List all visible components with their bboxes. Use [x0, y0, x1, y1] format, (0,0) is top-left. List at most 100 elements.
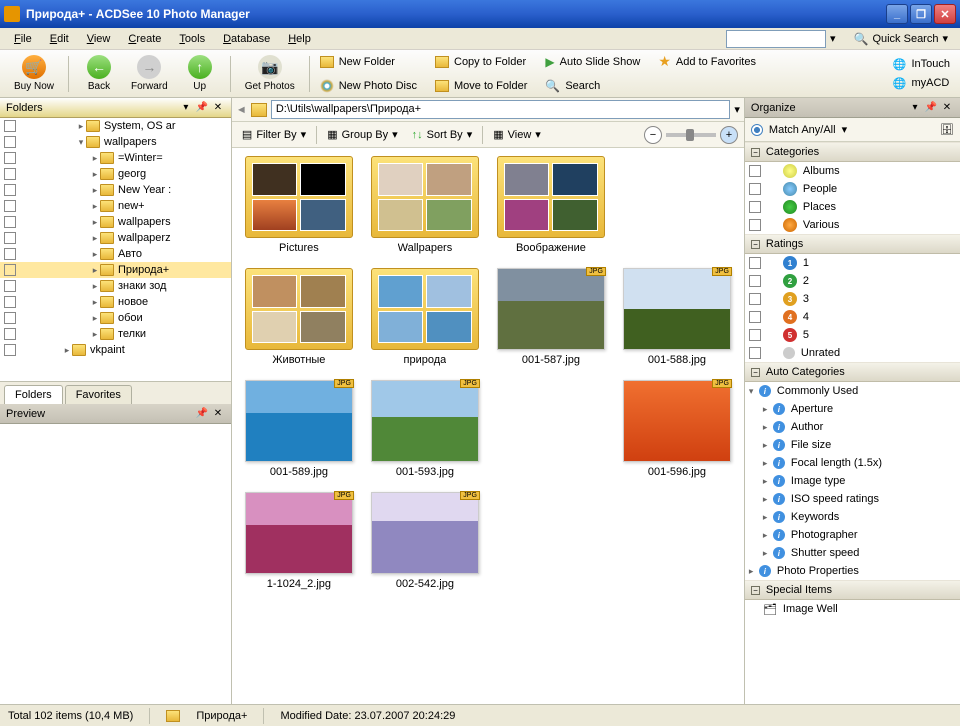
folder-tree[interactable]: ▸ System, OS ar ▾ wallpapers ▸ =Winter= …: [0, 118, 231, 382]
tree-item[interactable]: ▸ System, OS ar: [0, 118, 231, 134]
section-header[interactable]: −Ratings: [745, 234, 960, 254]
collapse-icon[interactable]: −: [751, 368, 760, 377]
tree-item[interactable]: ▸ новое: [0, 294, 231, 310]
collapse-icon[interactable]: −: [751, 148, 760, 157]
menu-combo[interactable]: [726, 30, 826, 48]
checkbox[interactable]: [4, 232, 16, 244]
tree-item[interactable]: ▸ wallpapers: [0, 214, 231, 230]
panel-pin-button[interactable]: 📌: [195, 101, 209, 115]
checkbox[interactable]: [4, 184, 16, 196]
expander-icon[interactable]: ▸: [62, 345, 72, 356]
section-header[interactable]: −Auto Categories: [745, 362, 960, 382]
tree-item[interactable]: ▸ Природа+: [0, 262, 231, 278]
match-label[interactable]: Match Any/All: [769, 124, 836, 136]
newphotodisc-button[interactable]: New Photo Disc: [316, 75, 421, 97]
filterby-button[interactable]: ▤Filter By▾: [238, 126, 310, 143]
tab-folders[interactable]: Folders: [4, 385, 63, 404]
checkbox[interactable]: [4, 264, 16, 276]
expander-icon[interactable]: ▸: [90, 281, 100, 292]
getphotos-button[interactable]: 📷Get Photos: [237, 53, 303, 94]
intouch-button[interactable]: 🌐InTouch: [889, 56, 954, 73]
panel-menu-button[interactable]: ▾: [908, 101, 922, 115]
checkbox[interactable]: [4, 328, 16, 340]
tree-item[interactable]: ▾ wallpapers: [0, 134, 231, 150]
expander-icon[interactable]: ▸: [90, 217, 100, 228]
thumbnail-area[interactable]: Pictures Wallpapers Воображение Животные…: [232, 148, 744, 704]
menu-create[interactable]: Create: [120, 31, 169, 47]
expander-icon[interactable]: ▸: [90, 329, 100, 340]
checkbox[interactable]: [749, 257, 761, 269]
dropdown-icon[interactable]: ▾: [734, 103, 740, 116]
search-button[interactable]: 🔍Search: [541, 75, 644, 97]
checkbox[interactable]: [749, 347, 761, 359]
thumbnail[interactable]: Pictures: [240, 156, 358, 254]
db-icon[interactable]: 🗄: [940, 123, 954, 136]
section-header[interactable]: −Categories: [745, 142, 960, 162]
collapse-icon[interactable]: −: [751, 240, 760, 249]
thumbnail[interactable]: JPG 002-542.jpg: [366, 492, 484, 590]
groupby-button[interactable]: ▦Group By▾: [323, 126, 401, 143]
checkbox[interactable]: [4, 216, 16, 228]
rating-item[interactable]: 5 5: [745, 326, 960, 344]
auto-category-item[interactable]: ▸ i Image type: [745, 472, 960, 490]
auto-category-item[interactable]: ▸ i Author: [745, 418, 960, 436]
maximize-button[interactable]: ❐: [910, 4, 932, 24]
collapse-icon[interactable]: −: [751, 586, 760, 595]
panel-pin-button[interactable]: 📌: [195, 407, 209, 421]
panel-menu-button[interactable]: ▾: [179, 101, 193, 115]
thumbnail[interactable]: JPG 001-589.jpg: [240, 380, 358, 478]
view-button[interactable]: ▦View▾: [489, 126, 545, 143]
rating-item[interactable]: 2 2: [745, 272, 960, 290]
rating-item[interactable]: 1 1: [745, 254, 960, 272]
forward-button[interactable]: →Forward: [123, 53, 176, 94]
expander-icon[interactable]: ▸: [90, 249, 100, 260]
checkbox[interactable]: [4, 152, 16, 164]
checkbox[interactable]: [4, 312, 16, 324]
expander-icon[interactable]: ▾: [76, 137, 86, 148]
rating-item[interactable]: 3 3: [745, 290, 960, 308]
expander-icon[interactable]: ▸: [90, 297, 100, 308]
zoom-out-button[interactable]: −: [644, 126, 662, 144]
copytofolder-button[interactable]: Copy to Folder: [431, 51, 531, 73]
panel-close-button[interactable]: ✕: [211, 407, 225, 421]
category-item[interactable]: People: [745, 180, 960, 198]
checkbox[interactable]: [749, 275, 761, 287]
movetofolder-button[interactable]: Move to Folder: [431, 75, 531, 97]
sortby-button[interactable]: ↑↓Sort By▾: [408, 126, 477, 143]
tree-item[interactable]: ▸ vkpaint: [0, 342, 231, 358]
quicksearch-label[interactable]: Quick Search: [872, 33, 938, 45]
auto-category-group[interactable]: ▾i Commonly Used: [745, 382, 960, 400]
tree-item[interactable]: ▸ знаки зод: [0, 278, 231, 294]
auto-category-item[interactable]: ▸ i File size: [745, 436, 960, 454]
checkbox[interactable]: [749, 329, 761, 341]
panel-close-button[interactable]: ✕: [940, 101, 954, 115]
section-header[interactable]: −Special Items: [745, 580, 960, 600]
thumbnail[interactable]: Животные: [240, 268, 358, 366]
addtofavorites-button[interactable]: ★Add to Favorites: [654, 51, 760, 73]
expander-icon[interactable]: ▸: [76, 121, 86, 132]
tree-item[interactable]: ▸ wallpaperz: [0, 230, 231, 246]
checkbox[interactable]: [4, 120, 16, 132]
expander-icon[interactable]: ▸: [90, 185, 100, 196]
tree-item[interactable]: ▸ =Winter=: [0, 150, 231, 166]
newfolder-button[interactable]: New Folder: [316, 51, 421, 73]
thumbnail[interactable]: JPG 001-596.jpg: [618, 380, 736, 478]
tree-item[interactable]: ▸ georg: [0, 166, 231, 182]
checkbox[interactable]: [749, 201, 761, 213]
up-button[interactable]: ↑Up: [176, 53, 224, 94]
panel-pin-button[interactable]: 📌: [924, 101, 938, 115]
thumbnail[interactable]: JPG 001-587.jpg: [492, 268, 610, 366]
expander-icon[interactable]: ▸: [90, 153, 100, 164]
menu-edit[interactable]: Edit: [42, 31, 77, 47]
thumbnail[interactable]: Воображение: [492, 156, 610, 254]
checkbox[interactable]: [4, 200, 16, 212]
thumbnail[interactable]: JPG 001-593.jpg: [366, 380, 484, 478]
checkbox[interactable]: [4, 296, 16, 308]
checkbox[interactable]: [4, 136, 16, 148]
tree-item[interactable]: ▸ Авто: [0, 246, 231, 262]
auto-category-item[interactable]: ▸ i Aperture: [745, 400, 960, 418]
tab-favorites[interactable]: Favorites: [65, 385, 132, 404]
rating-item[interactable]: 4 4: [745, 308, 960, 326]
panel-close-button[interactable]: ✕: [211, 101, 225, 115]
tree-item[interactable]: ▸ New Year :: [0, 182, 231, 198]
